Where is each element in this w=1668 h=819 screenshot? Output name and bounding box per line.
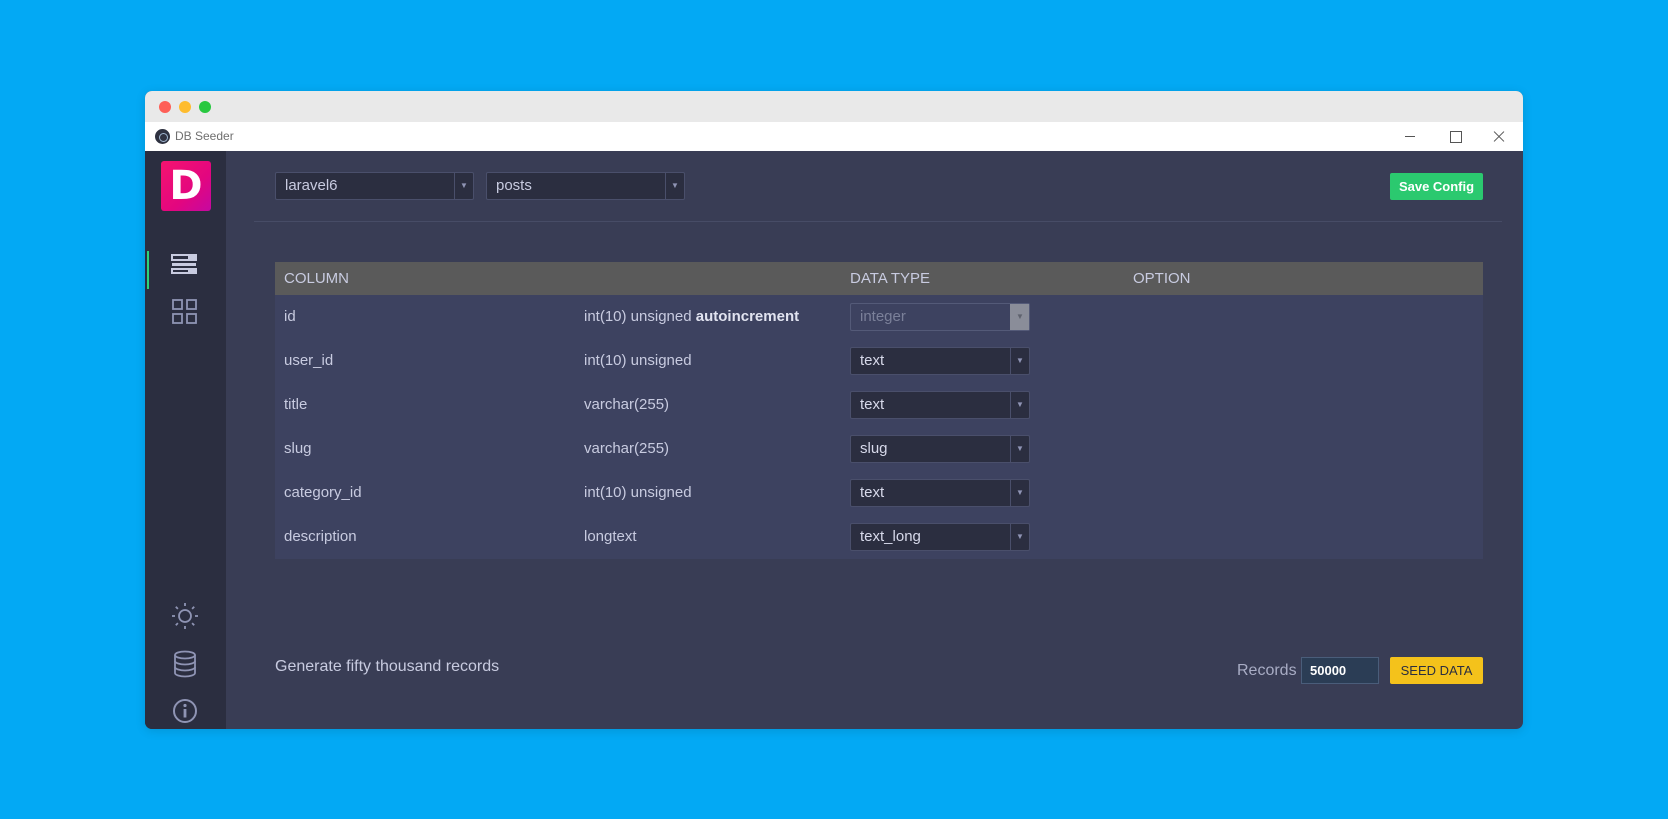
active-indicator <box>147 251 149 289</box>
column-name: description <box>284 528 357 545</box>
database-select[interactable]: laravel6 ▼ <box>275 172 474 200</box>
info-icon[interactable] <box>170 696 200 726</box>
minimize-button[interactable] <box>1400 126 1420 146</box>
table-header: COLUMN DATA TYPE OPTION <box>275 262 1483 295</box>
columns-table: COLUMN DATA TYPE OPTION id int(10) unsig… <box>275 262 1483 559</box>
chevron-down-icon: ▼ <box>454 173 473 199</box>
window-title: DB Seeder <box>175 129 234 143</box>
data-type-value: slug <box>860 440 888 457</box>
chevron-down-icon: ▼ <box>1010 348 1029 374</box>
column-type-extra: autoincrement <box>695 308 800 325</box>
app-icon <box>155 129 170 144</box>
records-label: Records <box>1237 662 1297 679</box>
summary-text: Generate fifty thousand records <box>275 658 500 675</box>
column-type: int(10) unsigned autoincrement <box>584 308 800 325</box>
data-type-select[interactable]: text ▼ <box>850 347 1030 375</box>
column-type: int(10) unsigned <box>584 352 692 369</box>
data-type-value: text <box>860 484 885 501</box>
chevron-down-icon: ▼ <box>1010 392 1029 418</box>
table-row: user_id int(10) unsigned text ▼ <box>275 339 1483 383</box>
close-button[interactable] <box>1489 126 1509 146</box>
zoom-dot[interactable] <box>199 101 211 113</box>
main-content: laravel6 ▼ posts ▼ Save Config COLUMN DA… <box>226 151 1523 729</box>
column-type: longtext <box>584 528 637 545</box>
database-select-value: laravel6 <box>285 177 338 194</box>
table-row: category_id int(10) unsigned text ▼ <box>275 471 1483 515</box>
grid-icon[interactable] <box>170 297 200 327</box>
app-window: DB Seeder D laravel6 ▼ posts ▼ Save Conf… <box>145 91 1523 729</box>
table-select-value: posts <box>496 177 532 194</box>
table-row: slug varchar(255) slug ▼ <box>275 427 1483 471</box>
data-type-value: text <box>860 396 885 413</box>
chevron-down-icon: ▼ <box>665 173 684 199</box>
list-icon[interactable] <box>170 249 200 279</box>
header-data-type: DATA TYPE <box>850 270 931 287</box>
data-type-value: text_long <box>860 528 921 545</box>
column-name: id <box>284 308 296 325</box>
table-row: description longtext text_long ▼ <box>275 515 1483 559</box>
header-option: OPTION <box>1133 270 1191 287</box>
data-type-select[interactable]: text_long ▼ <box>850 523 1030 551</box>
chevron-down-icon: ▼ <box>1010 480 1029 506</box>
maximize-button[interactable] <box>1445 126 1465 146</box>
minimize-dot[interactable] <box>179 101 191 113</box>
sun-icon[interactable] <box>170 601 200 631</box>
close-dot[interactable] <box>159 101 171 113</box>
data-type-select[interactable]: slug ▼ <box>850 435 1030 463</box>
save-config-button[interactable]: Save Config <box>1390 173 1483 200</box>
column-name: title <box>284 396 308 413</box>
column-name: category_id <box>284 484 362 501</box>
database-icon[interactable] <box>170 649 200 679</box>
title-bar: DB Seeder <box>145 122 1523 151</box>
column-type: int(10) unsigned <box>584 484 692 501</box>
mac-title-bar <box>145 91 1523 122</box>
chevron-down-icon: ▼ <box>1010 524 1029 550</box>
column-name: slug <box>284 440 312 457</box>
data-type-select[interactable]: text ▼ <box>850 391 1030 419</box>
header-column: COLUMN <box>284 270 350 287</box>
seed-data-button[interactable]: SEED DATA <box>1390 657 1483 684</box>
data-type-value: text <box>860 352 885 369</box>
data-type-select[interactable]: text ▼ <box>850 479 1030 507</box>
column-name: user_id <box>284 352 334 369</box>
sidebar: D <box>145 151 226 729</box>
records-input[interactable] <box>1301 657 1379 684</box>
table-row: title varchar(255) text ▼ <box>275 383 1483 427</box>
table-row: id int(10) unsigned autoincrement intege… <box>275 295 1483 339</box>
data-type-select: integer ▼ <box>850 303 1030 331</box>
data-type-value: integer <box>860 308 906 325</box>
column-type: varchar(255) <box>584 440 670 457</box>
app-logo: D <box>161 161 211 211</box>
table-select[interactable]: posts ▼ <box>486 172 685 200</box>
chevron-down-icon: ▼ <box>1010 304 1029 330</box>
chevron-down-icon: ▼ <box>1010 436 1029 462</box>
column-type: varchar(255) <box>584 396 670 413</box>
divider <box>254 221 1502 222</box>
